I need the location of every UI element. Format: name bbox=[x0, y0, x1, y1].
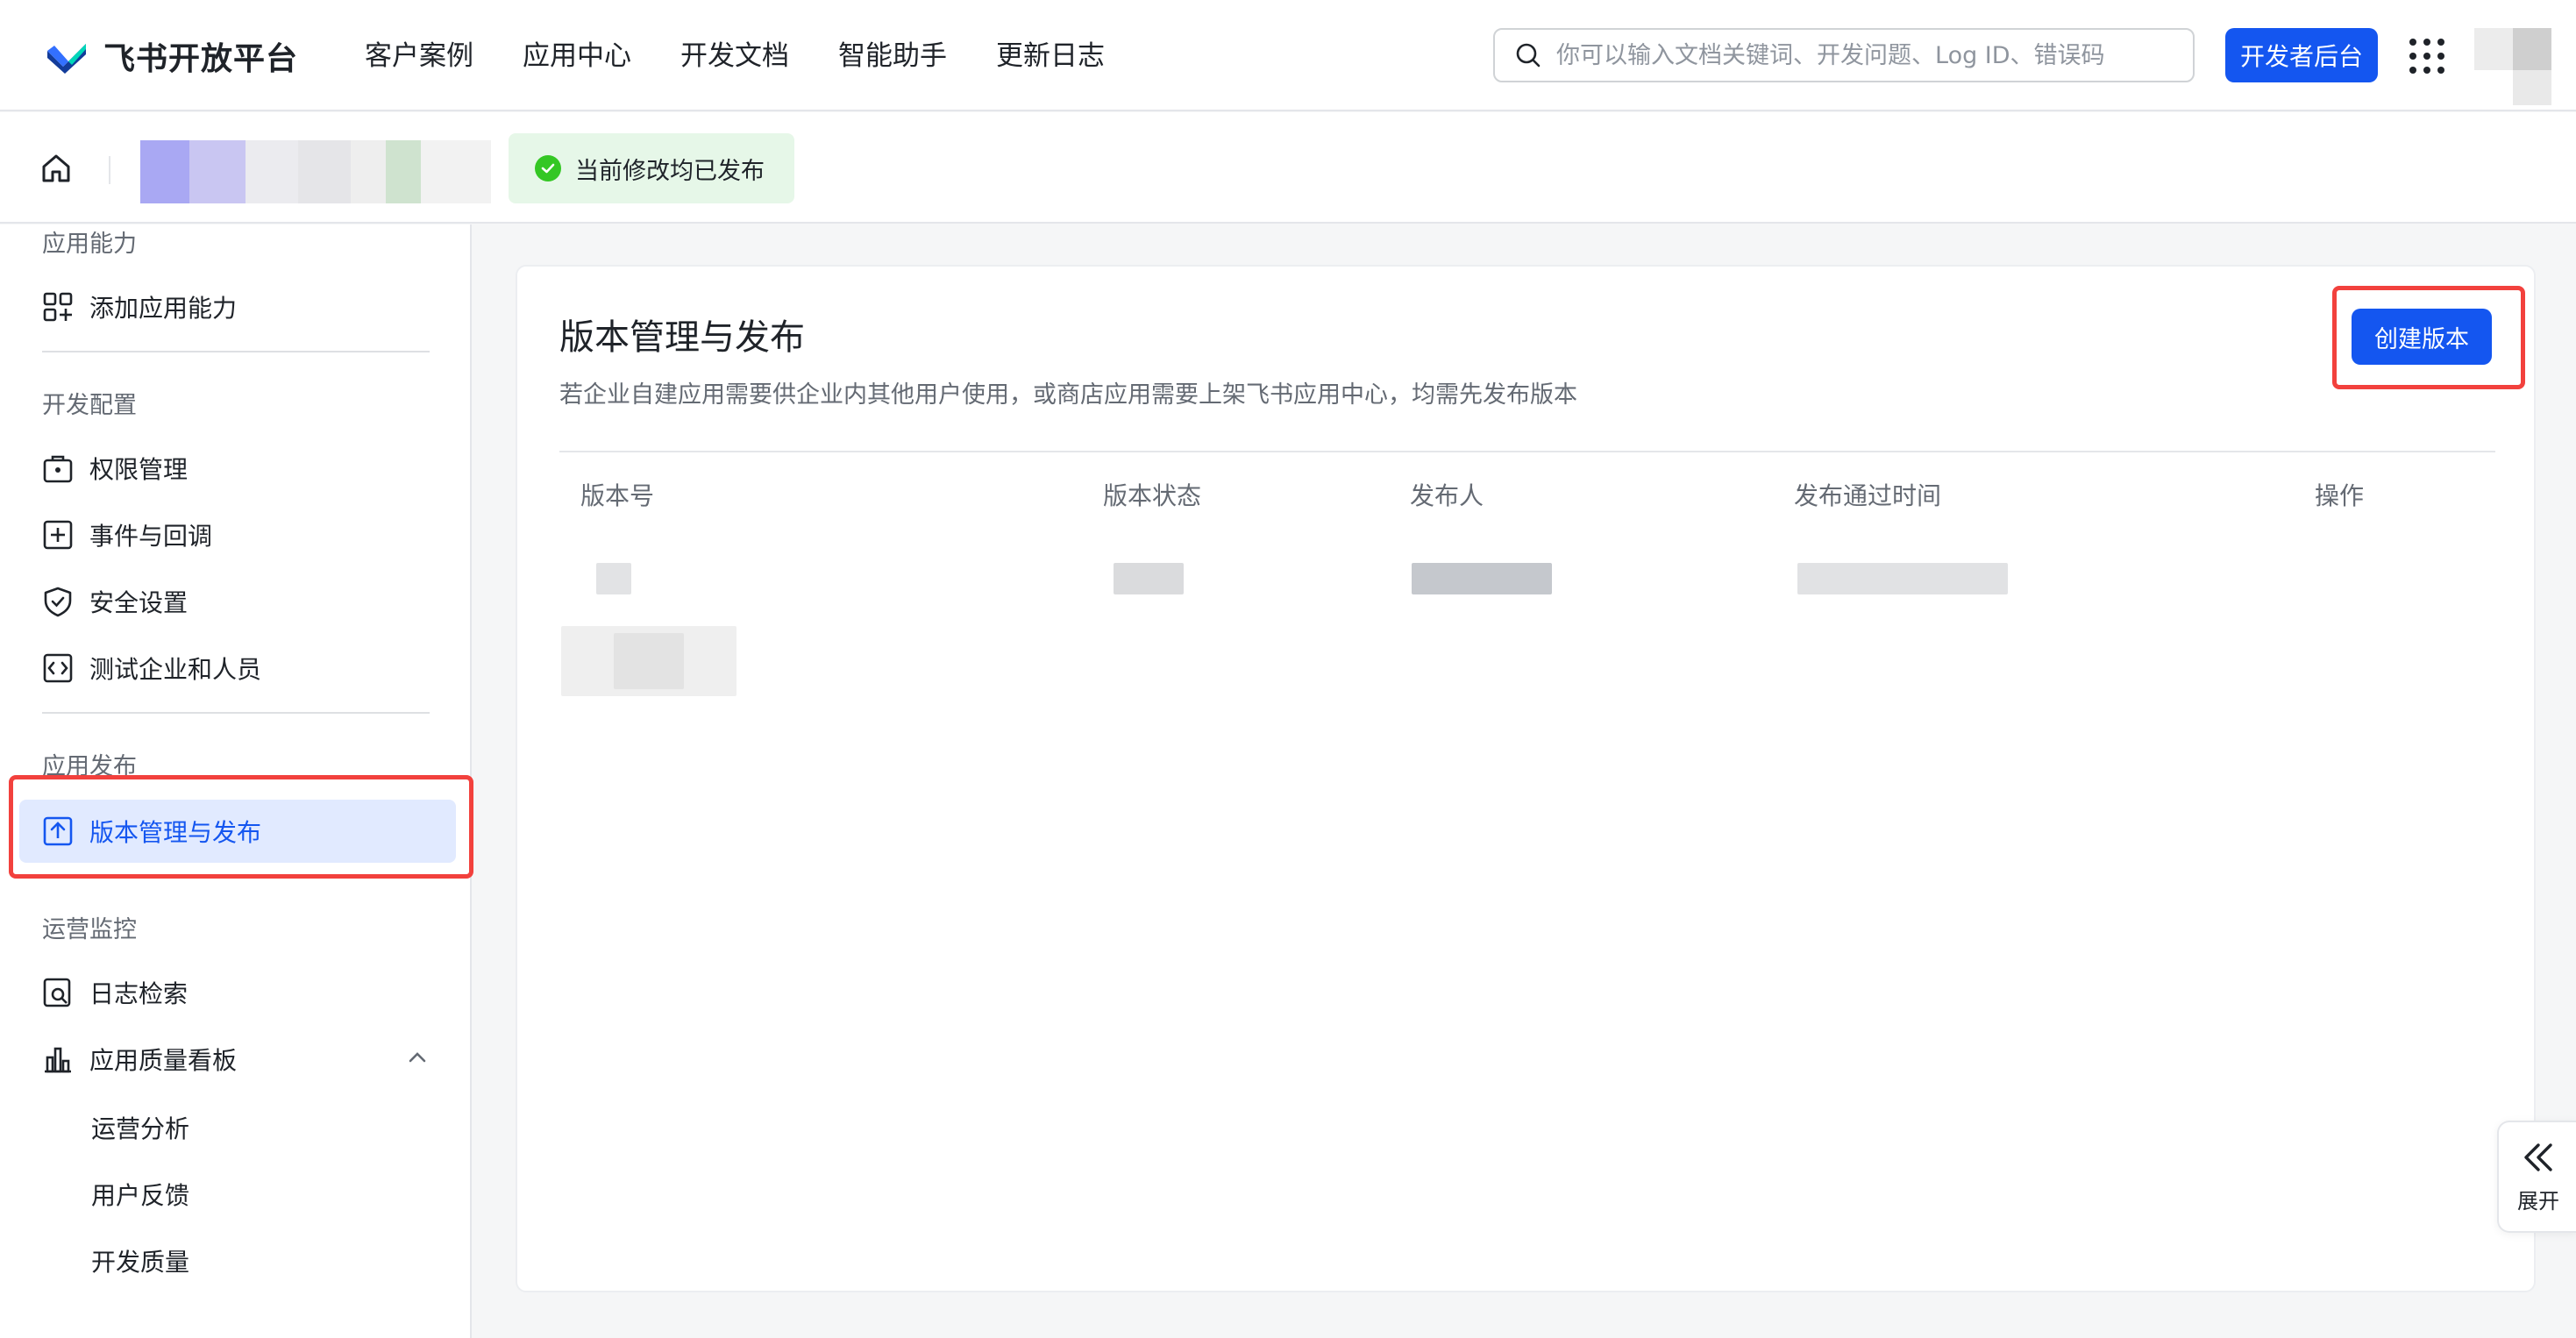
avatar[interactable] bbox=[2474, 28, 2562, 107]
search-box[interactable] bbox=[1493, 28, 2195, 82]
sidebar-item-label: 安全设置 bbox=[89, 588, 189, 617]
top-navigation: 飞书开放平台 客户案例 应用中心 开发文档 智能助手 更新日志 开发者后台 bbox=[0, 0, 2576, 111]
search-input[interactable] bbox=[1556, 41, 2170, 69]
column-header-actions: 操作 bbox=[2315, 481, 2365, 510]
column-header-version: 版本号 bbox=[580, 481, 655, 510]
chevron-up-icon[interactable] bbox=[405, 1045, 430, 1070]
sidebar-item-add-ability[interactable]: 添加应用能力 bbox=[42, 288, 237, 326]
search-icon bbox=[1516, 43, 1541, 68]
shield-icon bbox=[44, 587, 72, 617]
table-divider bbox=[559, 451, 2495, 452]
sidebar-item-permissions[interactable]: 权限管理 bbox=[42, 449, 188, 488]
section-title-dev-config: 开发配置 bbox=[42, 392, 137, 419]
expand-label: 展开 bbox=[2517, 1188, 2559, 1213]
home-icon[interactable] bbox=[39, 151, 74, 186]
section-title-ops: 运营监控 bbox=[42, 916, 137, 943]
check-circle-icon bbox=[535, 155, 561, 181]
sidebar-item-label: 日志检索 bbox=[89, 979, 189, 1008]
page-title: 版本管理与发布 bbox=[559, 317, 805, 358]
sidebar: 应用能力 添加应用能力 开发配置 权限管理 事件与回调 安全设置 测试企业和人员… bbox=[0, 224, 473, 1338]
code-box-icon bbox=[43, 653, 73, 683]
nav-ai-assistant[interactable]: 智能助手 bbox=[838, 35, 947, 77]
sidebar-item-quality-board[interactable]: 应用质量看板 bbox=[42, 1040, 237, 1078]
table-row[interactable] bbox=[535, 544, 2516, 614]
highlight-annotation-box bbox=[2332, 286, 2525, 389]
sidebar-item-log-search[interactable]: 日志检索 bbox=[42, 973, 188, 1012]
divider bbox=[42, 351, 430, 352]
expand-panel-tab[interactable]: 展开 bbox=[2497, 1121, 2576, 1233]
nav-changelog[interactable]: 更新日志 bbox=[996, 35, 1105, 77]
sidebar-item-label: 测试企业和人员 bbox=[89, 655, 262, 684]
divider bbox=[42, 712, 430, 714]
publish-status-text: 当前修改均已发布 bbox=[575, 157, 765, 185]
sidebar-item-label: 事件与回调 bbox=[89, 522, 213, 551]
sidebar-subitem-ops-analysis[interactable]: 运营分析 bbox=[91, 1110, 189, 1145]
app-subheader: 当前修改均已发布 bbox=[0, 112, 2576, 224]
apps-grid-icon[interactable] bbox=[2409, 39, 2444, 74]
sidebar-item-security[interactable]: 安全设置 bbox=[42, 582, 188, 621]
add-ability-icon bbox=[43, 292, 73, 322]
sidebar-item-events[interactable]: 事件与回调 bbox=[42, 516, 212, 554]
highlight-annotation-box bbox=[9, 775, 473, 879]
sidebar-item-label: 添加应用能力 bbox=[89, 294, 238, 323]
nav-app-center[interactable]: 应用中心 bbox=[523, 35, 631, 77]
main-nav: 客户案例 应用中心 开发文档 智能助手 更新日志 bbox=[365, 35, 1154, 77]
sidebar-subitem-dev-quality[interactable]: 开发质量 bbox=[91, 1243, 189, 1278]
column-header-approved-time: 发布通过时间 bbox=[1794, 481, 1942, 510]
column-header-status: 版本状态 bbox=[1103, 481, 1202, 510]
section-title-app-ability: 应用能力 bbox=[42, 231, 137, 258]
sidebar-subitem-user-feedback[interactable]: 用户反馈 bbox=[91, 1177, 189, 1212]
briefcase-lock-icon bbox=[43, 455, 73, 483]
developer-console-button[interactable]: 开发者后台 bbox=[2225, 28, 2378, 82]
brand-logo[interactable]: 飞书开放平台 bbox=[42, 32, 298, 81]
brand-name: 飞书开放平台 bbox=[103, 41, 299, 77]
table-row[interactable] bbox=[535, 626, 2516, 696]
sidebar-item-label: 应用质量看板 bbox=[89, 1046, 238, 1075]
double-chevron-left-icon bbox=[2524, 1142, 2552, 1171]
app-name-redacted[interactable] bbox=[140, 140, 491, 203]
version-management-card: 版本管理与发布 若企业自建应用需要供企业内其他用户使用，或商店应用需要上架飞书应… bbox=[516, 265, 2536, 1292]
sidebar-item-label: 权限管理 bbox=[89, 455, 189, 484]
divider bbox=[109, 156, 110, 184]
nav-dev-docs[interactable]: 开发文档 bbox=[680, 35, 789, 77]
nav-customer-cases[interactable]: 客户案例 bbox=[365, 35, 473, 77]
publish-status-badge: 当前修改均已发布 bbox=[509, 133, 794, 203]
feishu-logo-icon bbox=[47, 44, 86, 74]
sidebar-item-test-org[interactable]: 测试企业和人员 bbox=[42, 649, 261, 687]
bar-chart-icon bbox=[45, 1047, 71, 1073]
page-description: 若企业自建应用需要供企业内其他用户使用，或商店应用需要上架飞书应用中心，均需先发… bbox=[559, 381, 1577, 409]
app-root: 居志涵 2811 居志涵 2811 居志涵 2811 居志涵 2811 居志涵 … bbox=[0, 0, 2576, 1338]
column-header-publisher: 发布人 bbox=[1410, 481, 1484, 510]
log-search-icon bbox=[43, 978, 71, 1007]
event-plus-icon bbox=[43, 520, 73, 550]
